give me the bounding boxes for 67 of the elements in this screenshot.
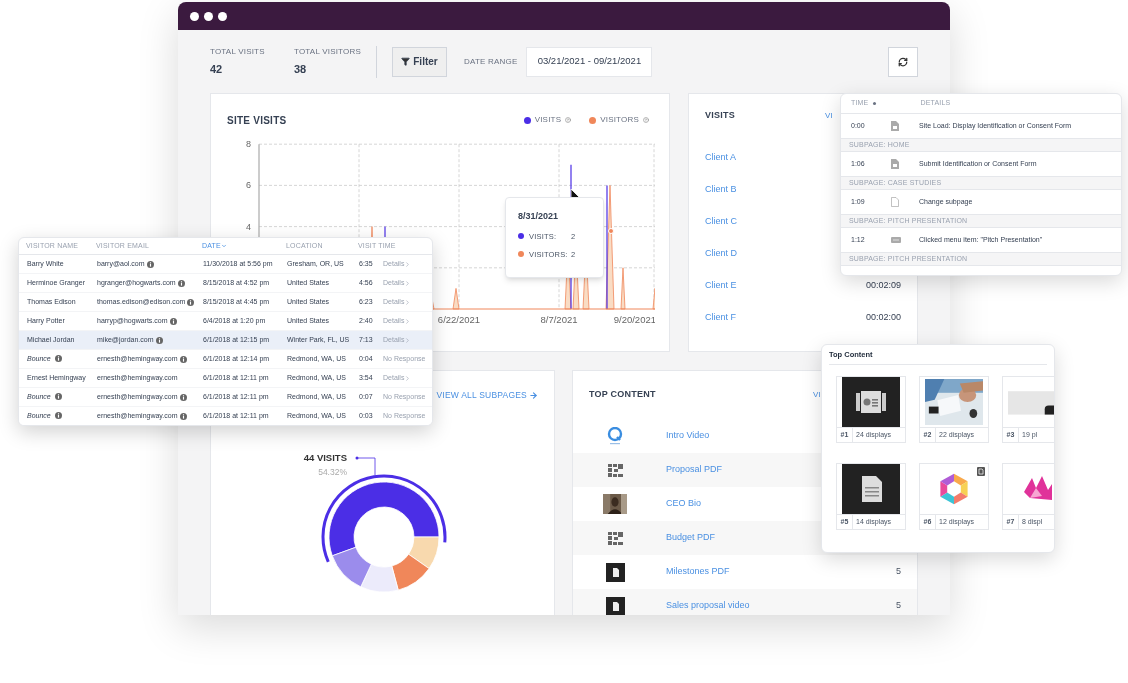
visitors-peak	[452, 288, 460, 310]
date-range-label: DATE RANGE	[464, 55, 518, 68]
tooltip-date: 8/31/2021	[518, 210, 560, 223]
info-icon	[54, 412, 62, 420]
visitors-peak	[620, 267, 626, 310]
round-logo-icon	[607, 427, 623, 445]
client-link[interactable]: Client D	[705, 247, 737, 261]
donut-label: 44 VISITS	[303, 451, 347, 463]
leader-line	[355, 456, 376, 476]
stat-value: 42	[210, 61, 224, 77]
axis-label: 8	[246, 139, 251, 150]
help-icon	[565, 117, 572, 123]
donut-segment	[360, 563, 399, 593]
presentation-icon	[842, 377, 900, 428]
donut-percent: 54.32%	[318, 466, 347, 477]
content-link[interactable]: Budget PDF	[666, 531, 716, 545]
stat-label: TOTAL VISITORS	[294, 45, 362, 58]
display-count: 5	[896, 599, 901, 613]
card-title: VISITS	[705, 109, 735, 123]
block-logo-icon	[607, 463, 623, 477]
hexagon-logo	[937, 472, 971, 507]
refresh-button[interactable]	[888, 46, 918, 77]
filter-icon	[401, 57, 411, 66]
info-icon	[54, 355, 62, 363]
document-icon	[842, 464, 900, 515]
card-title: TOP CONTENT	[589, 388, 656, 402]
card-title: SITE VISITS	[227, 113, 287, 128]
visitors-peak	[652, 288, 655, 310]
axis-label: 9/20/2021	[613, 314, 655, 325]
axis-label: 8/7/2021	[540, 314, 578, 325]
view-all-link[interactable]: VI	[813, 389, 821, 401]
client-link[interactable]: Client B	[705, 183, 737, 197]
content-link[interactable]: Sales proposal video	[666, 599, 750, 613]
client-link[interactable]: Client E	[705, 279, 737, 293]
axis-label: 6	[246, 180, 251, 191]
view-all-subpages-link[interactable]: VIEW ALL SUBPAGES	[436, 389, 538, 402]
visit-duration: 00:02:00	[865, 311, 901, 325]
stat-label: TOTAL VISITS	[210, 45, 266, 58]
content-link[interactable]: Proposal PDF	[666, 463, 723, 477]
axis-label: 4	[246, 221, 251, 232]
view-all-link[interactable]: VI	[825, 110, 833, 122]
arrow-right-icon	[529, 390, 538, 400]
filter-button[interactable]: Filter	[392, 46, 447, 77]
visit-duration: 00:02:09	[865, 279, 901, 293]
sort-caret-icon	[220, 243, 227, 249]
help-icon	[643, 117, 649, 123]
legend-label: VISITORS	[600, 114, 639, 126]
content-link[interactable]: CEO Bio	[666, 497, 701, 511]
page-icon	[891, 197, 899, 207]
refresh-icon	[898, 56, 908, 67]
date-range-field[interactable]: 03/21/2021 - 09/21/2021	[526, 46, 653, 77]
info-icon	[54, 393, 62, 401]
data-point	[608, 228, 614, 234]
content-link[interactable]: Milestones PDF	[666, 565, 730, 579]
menu-bar-icon	[891, 237, 901, 243]
document-icon	[891, 159, 899, 169]
display-count: 5	[896, 565, 901, 579]
content-link[interactable]: Intro Video	[666, 429, 710, 443]
stat-value: 38	[294, 61, 308, 77]
document-icon	[605, 562, 625, 582]
block-logo-icon	[607, 531, 623, 545]
client-link[interactable]: Client C	[705, 215, 737, 229]
legend-label: VISITS	[534, 114, 562, 126]
axis-label: 6/22/2021	[437, 314, 481, 325]
document-icon	[891, 121, 899, 131]
client-link[interactable]: Client A	[705, 151, 737, 165]
client-link[interactable]: Client F	[705, 311, 736, 325]
